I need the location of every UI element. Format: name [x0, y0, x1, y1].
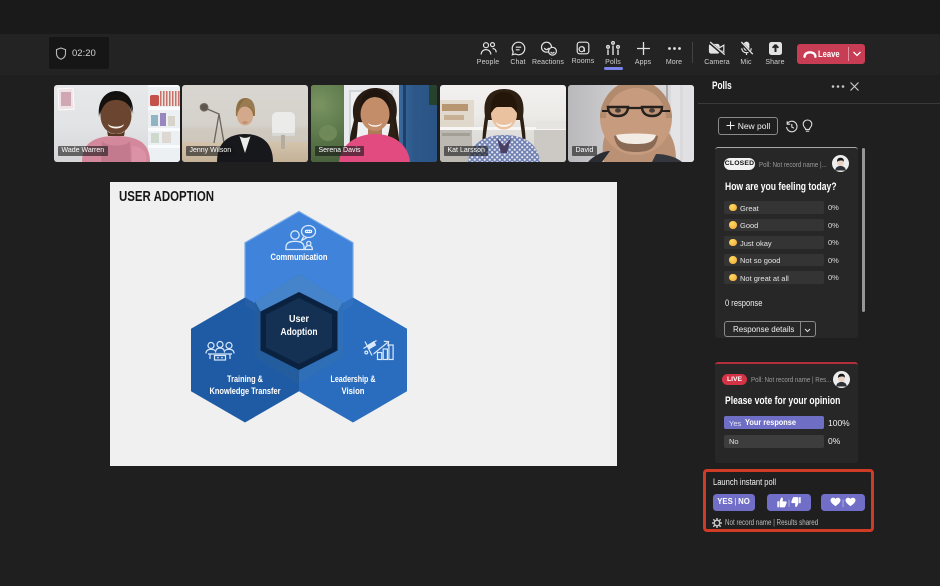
svg-text:Training &: Training & [227, 374, 263, 384]
svg-text:Adoption: Adoption [281, 326, 318, 338]
svg-text:|: | [842, 499, 844, 508]
svg-text:Vision: Vision [342, 386, 365, 396]
svg-text:|: | [788, 499, 790, 508]
svg-text:Communication: Communication [271, 252, 328, 263]
svg-text:Leadership &: Leadership & [331, 374, 376, 384]
svg-text:User: User [289, 313, 309, 325]
svg-text:Knowledge Transfer: Knowledge Transfer [210, 386, 281, 396]
